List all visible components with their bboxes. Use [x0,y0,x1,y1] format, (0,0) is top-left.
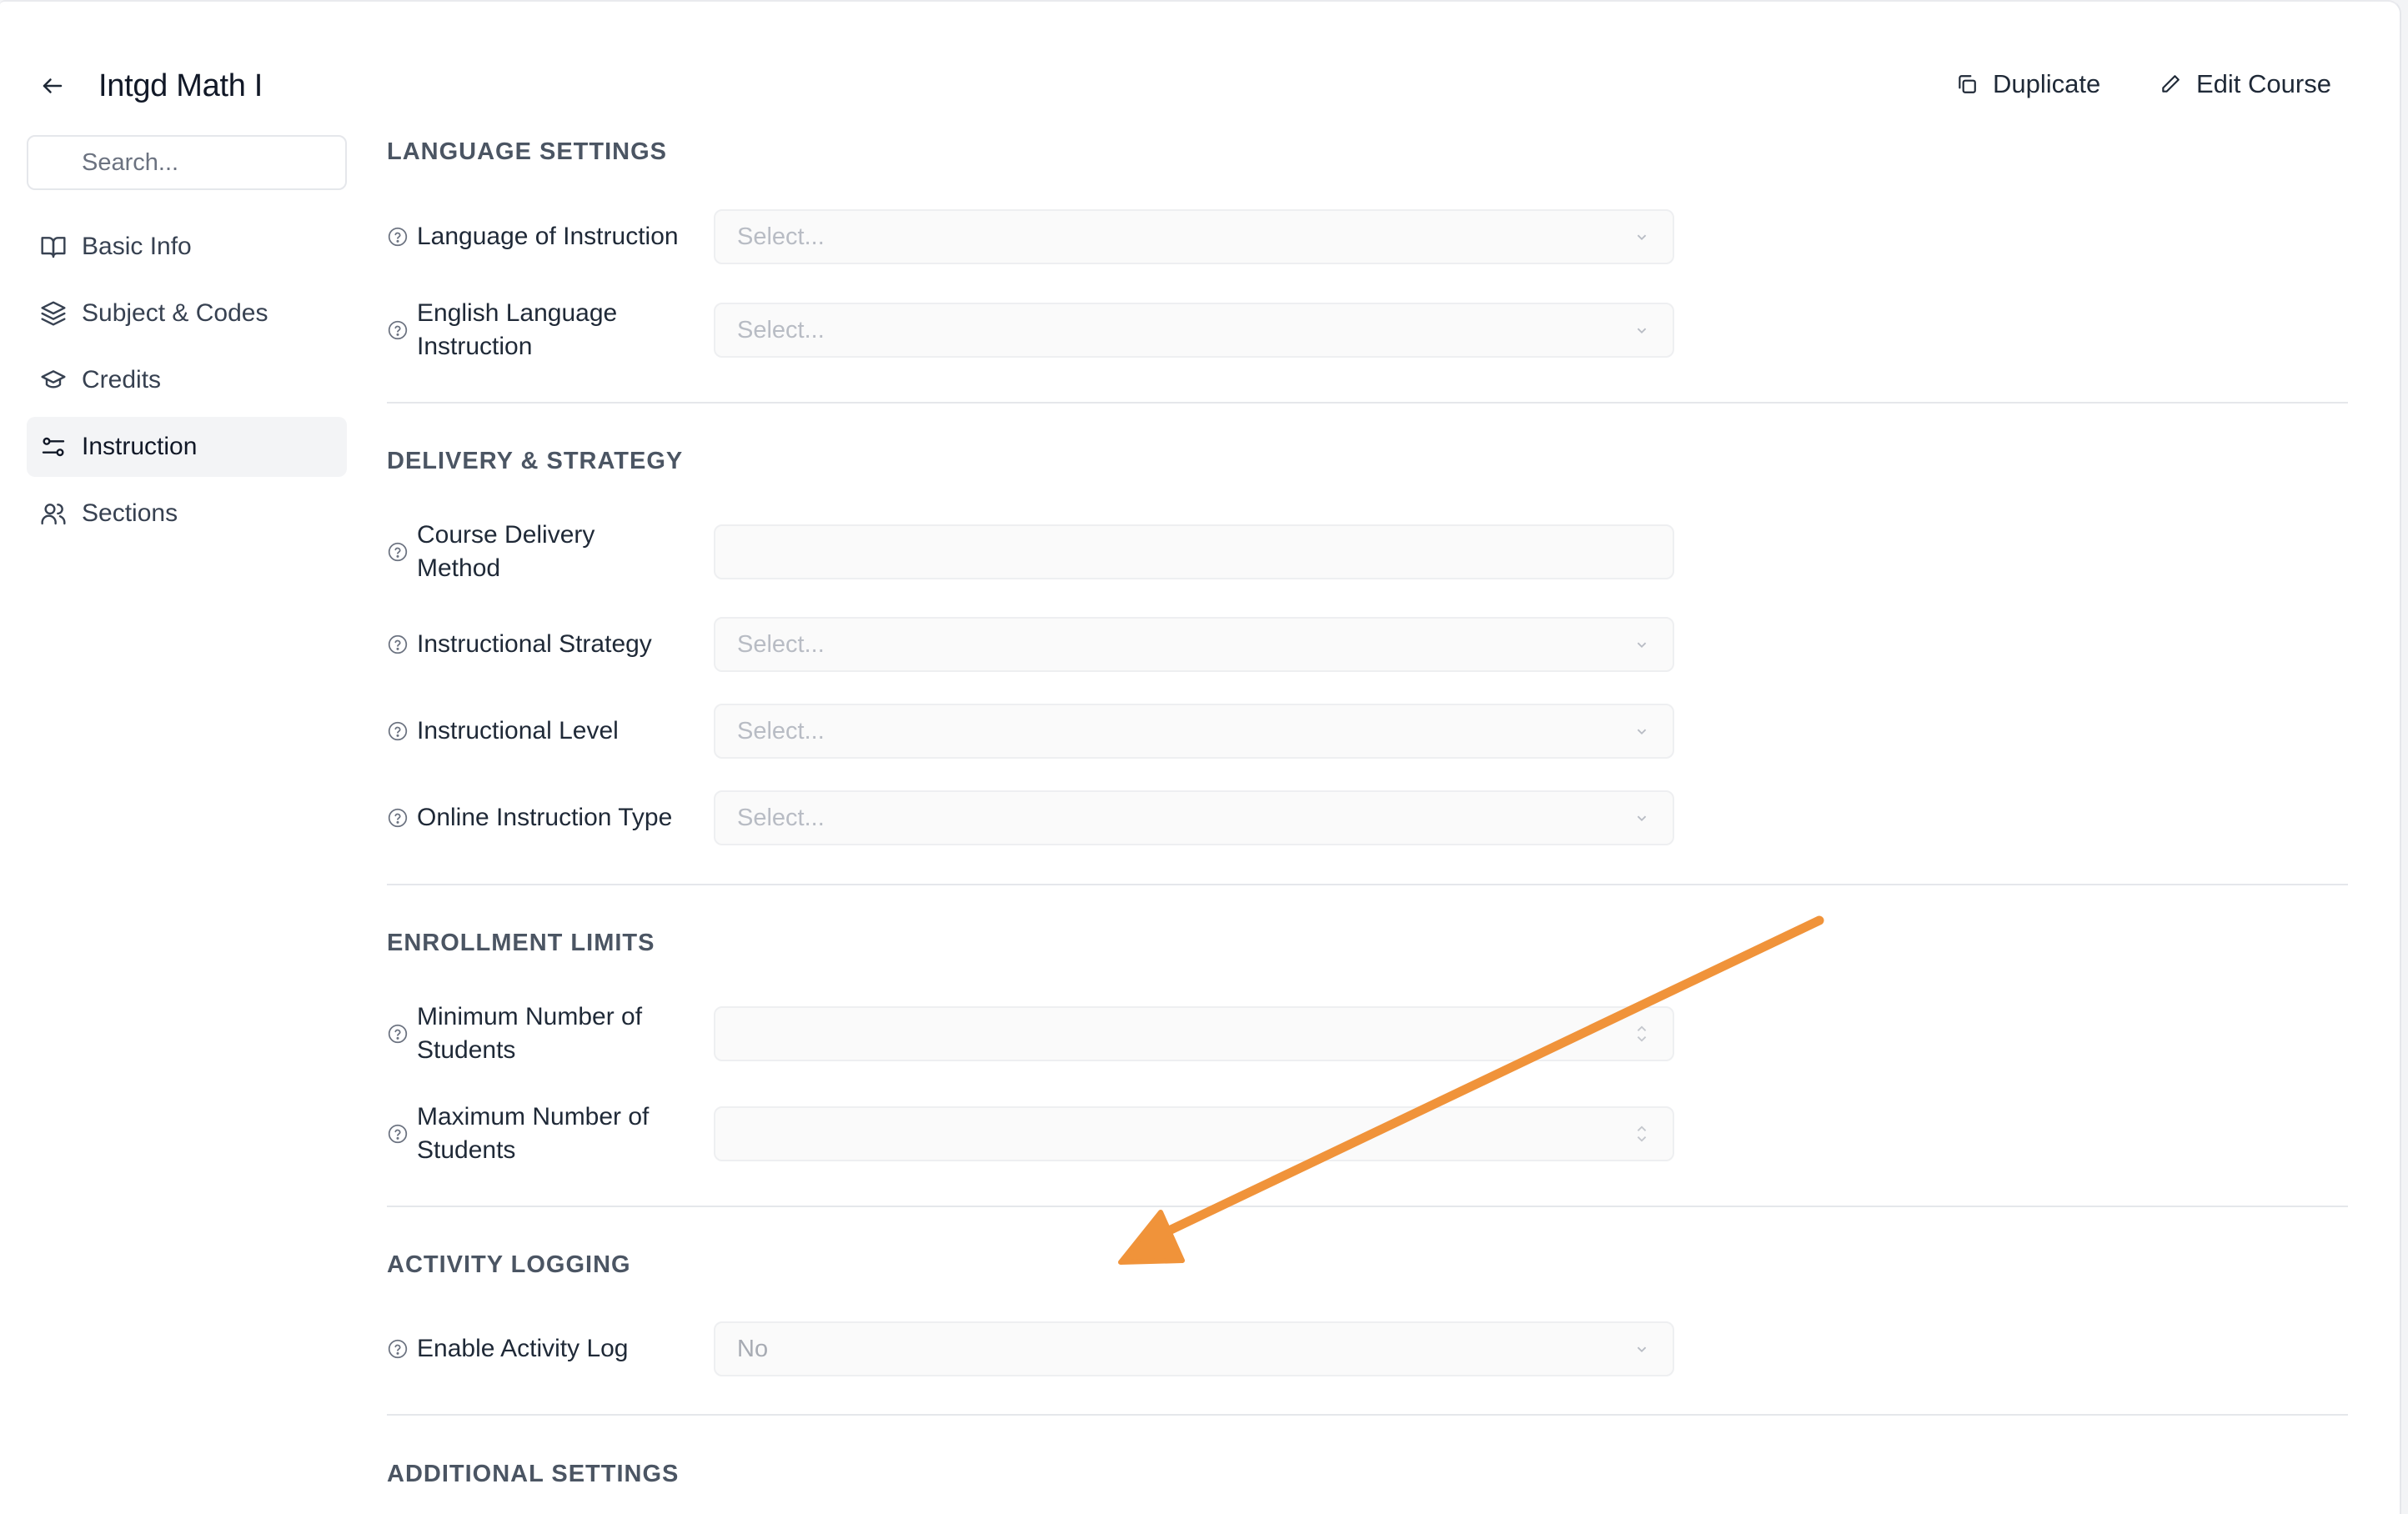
field-label-text: Enable Activity Log [417,1335,629,1362]
edit-course-button[interactable]: Edit Course [2160,63,2331,105]
field-label-text: Instructional Level [417,717,619,744]
field-label-text: Minimum Number of Students [417,1003,643,1064]
sliders-icon [38,432,68,462]
back-button[interactable] [33,67,72,105]
graduation-cap-icon [38,365,68,395]
help-circle-icon [388,1339,408,1359]
section-divider [387,402,2348,404]
annotation-arrow-head [1118,1210,1185,1265]
annotation-arrow-shaft [1161,915,1824,1237]
field-label-text: Course Delivery Method [417,521,595,582]
section-title-additional: ADDITIONAL SETTINGS [387,1461,680,1487]
arrow-left-icon [43,78,63,93]
chevron-down-icon [1637,234,1647,241]
sidebar-item-label: Basic Info [82,233,192,260]
sidebar-item-sections[interactable]: Sections [27,484,347,544]
section-divider [387,1414,2348,1416]
field-label-text: Maximum Number of Students [417,1103,650,1164]
online-instruction-type-select[interactable]: Select... [714,790,1674,845]
field-label-enable-activity-log: Enable Activity Log [387,1332,704,1366]
field-label-instructional-level: Instructional Level [387,714,704,748]
section-divider [387,884,2348,885]
app-root: Intgd Math I Duplicate Edit Course B [0,0,2408,1514]
field-label-text: Language of Instruction [417,223,679,250]
help-circle-icon [388,542,408,562]
help-circle-icon [388,320,408,340]
help-circle-icon [388,808,408,828]
field-label-course-delivery-method: Course Delivery Method [387,519,704,585]
chevron-down-icon [1637,815,1647,822]
users-icon [38,499,68,529]
stepper-arrows-icon[interactable] [1633,1120,1651,1148]
duplicate-label: Duplicate [1993,69,2101,98]
maximum-students-number-input[interactable] [714,1106,1674,1161]
minimum-students-number-input[interactable] [714,1006,1674,1061]
section-title-language: LANGUAGE SETTINGS [387,138,668,165]
sidebar-item-label: Subject & Codes [82,299,268,327]
field-label-text: Instructional Strategy [417,630,652,658]
help-circle-icon [388,1124,408,1144]
language-of-instruction-select[interactable]: Select... [714,209,1674,264]
select-placeholder: Select... [737,316,825,343]
field-label-text: Online Instruction Type [417,804,673,831]
copy-icon [1959,75,1976,93]
sidebar-item-subject-codes[interactable]: Subject & Codes [27,283,347,343]
stepper-arrows-icon[interactable] [1633,1020,1651,1048]
instructional-level-select[interactable]: Select... [714,704,1674,759]
help-circle-icon [388,634,408,654]
page-title: Intgd Math I [98,68,263,103]
search-input[interactable] [27,135,347,190]
chevron-down-icon [1637,729,1647,735]
chevron-down-icon [1637,1346,1647,1353]
section-title-delivery: DELIVERY & STRATEGY [387,448,684,474]
instructional-strategy-select[interactable]: Select... [714,617,1674,672]
help-circle-icon [388,1024,408,1044]
field-label-online-instruction-type: Online Instruction Type [387,801,704,835]
sidebar-nav: Basic Info Subject & Codes Credits Instr… [27,217,347,550]
section-title-activity: ACTIVITY LOGGING [387,1251,631,1278]
duplicate-button[interactable]: Duplicate [1956,63,2100,105]
section-title-enrollment: ENROLLMENT LIMITS [387,930,655,956]
sidebar-item-basic-info[interactable]: Basic Info [27,217,347,277]
sidebar-item-instruction[interactable]: Instruction [27,417,347,477]
select-placeholder: Select... [737,717,825,744]
sidebar-item-label: Credits [82,366,162,394]
sidebar-item-credits[interactable]: Credits [27,350,347,410]
chevron-down-icon [1637,328,1647,334]
course-settings-panel: Intgd Math I Duplicate Edit Course B [0,0,2401,1514]
field-label-text: English Language Instruction [417,299,618,360]
enable-activity-log-select[interactable]: No [714,1321,1674,1376]
field-label-instructional-strategy: Instructional Strategy [387,628,704,661]
chevron-down-icon [1637,642,1647,649]
help-circle-icon [388,227,408,247]
field-label-english-language-instruction: English Language Instruction [387,297,704,363]
field-label-maximum-students: Maximum Number of Students [387,1100,704,1167]
section-divider [387,1206,2348,1207]
english-language-instruction-select[interactable]: Select... [714,303,1674,358]
field-label-minimum-students: Minimum Number of Students [387,1000,704,1067]
layers-icon [38,298,68,328]
book-open-icon [38,232,68,262]
help-circle-icon [388,721,408,741]
select-placeholder: Select... [737,804,825,831]
select-placeholder: Select... [737,630,825,658]
field-label-language-of-instruction: Language of Instruction [387,220,704,253]
edit-course-label: Edit Course [2196,69,2331,98]
sidebar-item-label: Sections [82,499,178,527]
sidebar-item-label: Instruction [82,433,198,460]
course-delivery-method-input[interactable] [714,524,1674,579]
select-placeholder: Select... [737,223,825,250]
pencil-icon [2162,75,2180,93]
select-value: No [737,1335,769,1362]
